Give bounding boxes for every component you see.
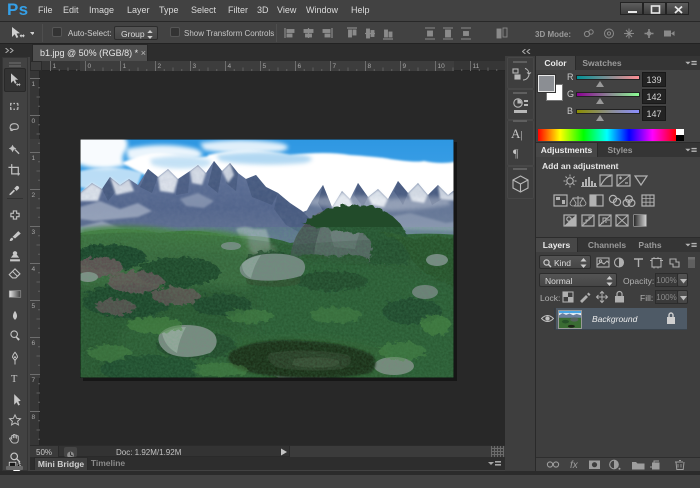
svg-text:7: 7	[32, 377, 36, 384]
svg-text:0: 0	[32, 118, 36, 125]
svg-text:5: 5	[32, 303, 36, 310]
svg-text:6: 6	[298, 63, 302, 70]
svg-text:1: 1	[53, 63, 57, 70]
svg-text:3D Mode:: 3D Mode:	[535, 30, 571, 39]
svg-text:5: 5	[263, 63, 267, 70]
svg-text:8: 8	[32, 414, 36, 421]
svg-text:3: 3	[32, 229, 36, 236]
svg-text:1: 1	[32, 155, 36, 162]
svg-text:fx: fx	[570, 460, 579, 470]
svg-text:2: 2	[158, 63, 162, 70]
svg-text:9: 9	[403, 63, 407, 70]
svg-text:3: 3	[193, 63, 197, 70]
svg-text:2: 2	[32, 192, 36, 199]
svg-text:1: 1	[32, 81, 36, 88]
svg-text:1: 1	[123, 63, 127, 70]
svg-text:8: 8	[368, 63, 372, 70]
svg-text:10: 10	[438, 63, 446, 70]
svg-text:0: 0	[88, 63, 92, 70]
svg-text:11: 11	[473, 63, 480, 70]
svg-text:6: 6	[32, 340, 36, 347]
svg-text:4: 4	[228, 63, 232, 70]
svg-text:7: 7	[333, 63, 337, 70]
svg-text:T: T	[11, 374, 18, 385]
svg-text:4: 4	[32, 266, 36, 273]
